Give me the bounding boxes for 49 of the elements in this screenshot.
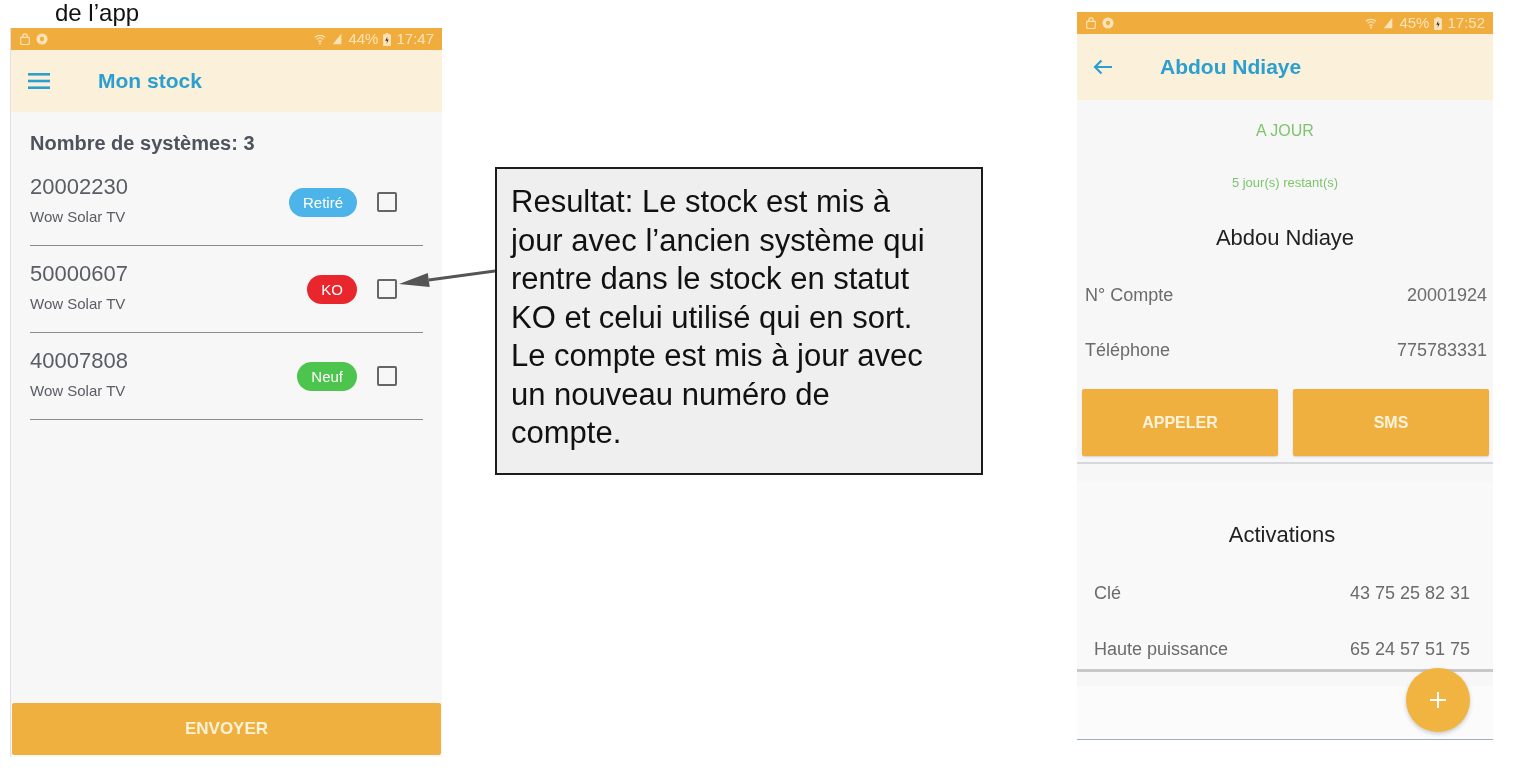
activation-value: 65 24 57 51 75: [1349, 638, 1470, 660]
signal-icon: [1382, 17, 1395, 29]
product-name: Wow Solar TV: [30, 295, 126, 312]
sms-button[interactable]: SMS: [1293, 389, 1489, 456]
detail-label: N° Compte: [1085, 285, 1174, 306]
clock-time: 17:52: [1447, 14, 1485, 32]
serial-number: 40007808: [30, 349, 128, 373]
status-badge: Retiré: [289, 187, 357, 217]
checkbox[interactable]: [377, 366, 397, 386]
send-button[interactable]: ENVOYER: [12, 703, 441, 755]
detail-label: Téléphone: [1085, 340, 1171, 361]
slide-title: de l’app: [55, 0, 141, 26]
back-arrow-icon[interactable]: [1093, 59, 1113, 75]
days-remaining: 5 jour(s) restant(s): [1230, 175, 1340, 191]
system-count: Nombre de systèmes: 3: [30, 132, 256, 155]
plus-icon: [1430, 692, 1446, 708]
screen-title: Abdou Ndiaye: [1160, 55, 1302, 79]
detail-value: 775783331: [1396, 340, 1487, 361]
ring-icon: [1102, 17, 1114, 29]
wifi-icon: [314, 33, 327, 45]
battery-icon: [383, 32, 392, 46]
menu-icon[interactable]: [28, 73, 50, 89]
client-name: Abdou Ndiaye: [1214, 225, 1356, 251]
battery-percent: 44%: [348, 30, 379, 48]
activation-value: 43 75 25 82 31: [1349, 582, 1470, 604]
checkbox[interactable]: [377, 192, 397, 212]
status-badge: KO: [307, 274, 357, 304]
callout-text: Resultat: Le stock est mis à jour avec l’ancien système qui rentre dans le stock en statut KO et celui utilisé qui en sort. Le compte est mis à jour avec un nouveau numéro de compte.: [511, 183, 926, 452]
screen-title: Mon stock: [98, 69, 202, 93]
wifi-icon: [1365, 17, 1378, 29]
call-button[interactable]: APPELER: [1082, 389, 1278, 456]
account-status: A JOUR: [1255, 121, 1315, 141]
activation-label: Clé: [1094, 582, 1121, 604]
battery-icon: [1434, 16, 1443, 30]
status-badge: Neuf: [297, 361, 357, 391]
product-name: Wow Solar TV: [30, 382, 126, 399]
lock-icon: [1085, 17, 1097, 29]
activation-label: Haute puissance: [1094, 638, 1229, 660]
detail-value: 20001924: [1406, 285, 1487, 306]
section-title: Activations: [1227, 522, 1337, 548]
serial-number: 50000607: [30, 262, 128, 286]
clock-time: 17:47: [396, 30, 434, 48]
product-name: Wow Solar TV: [30, 208, 126, 225]
battery-percent: 45%: [1399, 14, 1430, 32]
serial-number: 20002230: [30, 175, 128, 199]
ring-icon: [36, 33, 48, 45]
lock-icon: [19, 33, 31, 45]
checkbox[interactable]: [377, 279, 397, 299]
signal-icon: [331, 33, 344, 45]
